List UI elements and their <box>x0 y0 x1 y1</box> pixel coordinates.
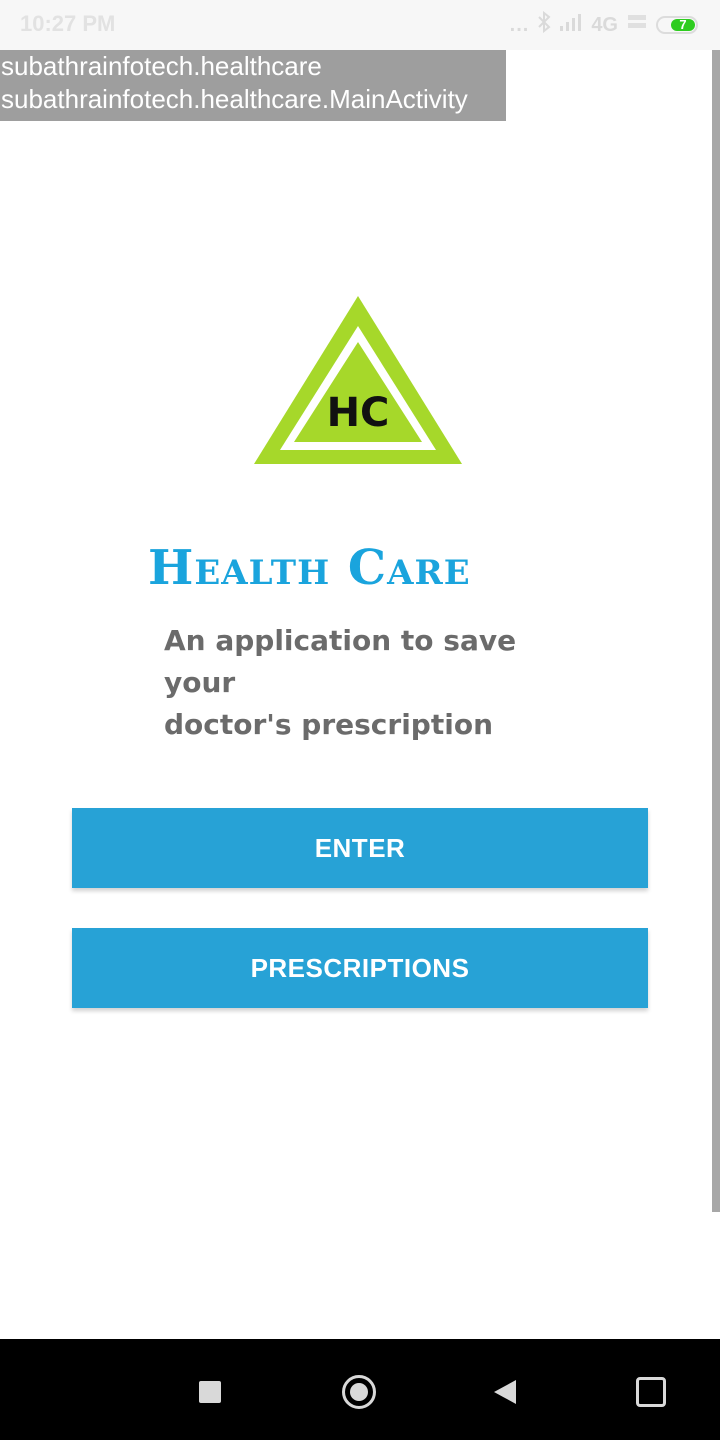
brand-title: Health Care <box>148 540 471 596</box>
tagline-line-2: doctor's prescription <box>164 708 493 741</box>
status-bar: 10:27 PM ... 4G 7 <box>0 0 720 50</box>
bluetooth-icon <box>537 10 551 39</box>
logo-initials: HC <box>327 390 390 436</box>
status-time: 10:27 PM <box>20 11 116 36</box>
status-icons: ... 4G 7 <box>510 10 698 40</box>
signal-icon <box>559 12 583 38</box>
expand-icon[interactable] <box>636 1377 666 1407</box>
tagline: An application to save your doctor's pre… <box>164 620 594 746</box>
prescriptions-button[interactable]: PRESCRIPTIONS <box>72 928 648 1008</box>
home-icon-inner <box>350 1383 368 1401</box>
scrollbar[interactable] <box>712 50 720 1212</box>
network-type: 4G <box>591 13 618 36</box>
battery-level: 7 <box>671 18 695 31</box>
recents-icon[interactable] <box>199 1381 221 1403</box>
debug-activity-overlay: subathrainfotech.healthcare subathrainfo… <box>0 50 506 121</box>
tagline-line-1: An application to save your <box>164 624 517 699</box>
system-nav-bar <box>0 1339 720 1440</box>
enter-button[interactable]: ENTER <box>72 808 648 888</box>
back-icon[interactable] <box>494 1380 516 1404</box>
notification-dots: ... <box>509 13 530 36</box>
battery-icon: 7 <box>656 16 698 34</box>
app-logo: HC <box>0 280 720 480</box>
activity-name: subathrainfotech.healthcare.MainActivity <box>1 84 468 114</box>
package-name: subathrainfotech.healthcare <box>1 51 322 81</box>
hc-triangle-logo: HC <box>254 296 462 464</box>
volte-icon <box>626 12 648 38</box>
home-icon[interactable] <box>342 1375 376 1409</box>
